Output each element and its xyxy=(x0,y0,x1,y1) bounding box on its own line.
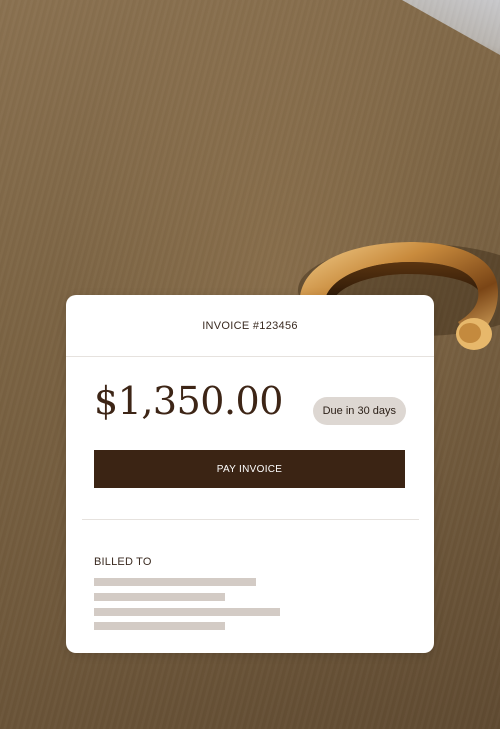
due-date-badge: Due in 30 days xyxy=(312,397,406,425)
invoice-title: INVOICE #123456 xyxy=(202,319,298,332)
invoice-header: INVOICE #123456 xyxy=(66,295,434,357)
amount-row: $1,350.00 Due in 30 days xyxy=(66,357,434,451)
section-divider xyxy=(82,519,419,520)
billing-address-placeholder-line xyxy=(94,608,280,616)
billed-to-label: BILLED TO xyxy=(94,556,152,568)
billing-address-placeholder-line xyxy=(94,622,225,630)
billing-address-placeholder-line xyxy=(94,578,256,586)
invoice-amount: $1,350.00 xyxy=(94,379,283,423)
billing-address-placeholder-line xyxy=(94,593,225,601)
pay-invoice-button[interactable]: PAY INVOICE xyxy=(94,450,405,488)
